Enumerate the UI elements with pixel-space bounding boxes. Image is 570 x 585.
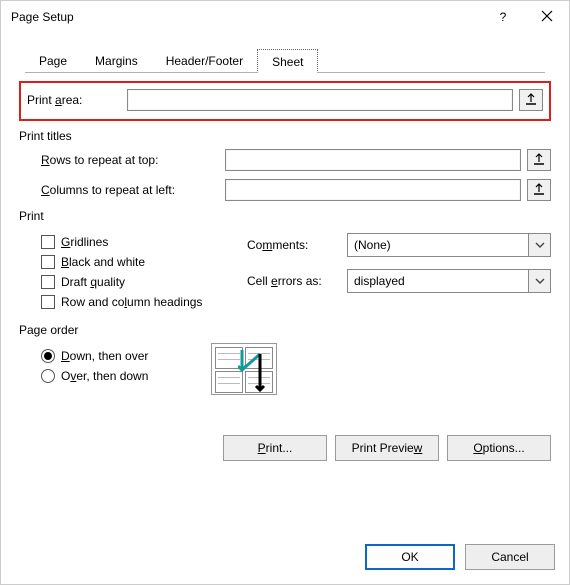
cell-errors-label: Cell errors as: bbox=[247, 274, 347, 288]
dialog-body: Page Margins Header/Footer Sheet Print a… bbox=[1, 33, 569, 461]
print-preview-button[interactable]: Print Preview bbox=[335, 435, 439, 461]
help-icon: ? bbox=[500, 10, 507, 24]
page-order-preview bbox=[211, 343, 277, 395]
down-then-over-radio[interactable]: Down, then over bbox=[41, 349, 191, 363]
print-group: Print bbox=[19, 209, 551, 223]
print-area-highlight: Print area: bbox=[19, 81, 551, 121]
cols-repeat-input[interactable] bbox=[225, 179, 521, 201]
print-button[interactable]: Print... bbox=[223, 435, 327, 461]
checkbox-icon bbox=[41, 235, 55, 249]
draft-quality-label: Draft quality bbox=[61, 275, 125, 289]
ok-button[interactable]: OK bbox=[365, 544, 455, 570]
over-then-down-label: Over, then down bbox=[61, 369, 148, 383]
radio-icon bbox=[41, 349, 55, 363]
titlebar: Page Setup ? bbox=[1, 1, 569, 33]
draft-quality-checkbox[interactable]: Draft quality bbox=[41, 275, 237, 289]
comments-label: Comments: bbox=[247, 238, 347, 252]
tab-page[interactable]: Page bbox=[25, 49, 81, 73]
comments-combo[interactable]: (None) bbox=[347, 233, 551, 257]
cell-errors-value: displayed bbox=[348, 270, 528, 292]
tab-sheet[interactable]: Sheet bbox=[257, 49, 318, 73]
window-title: Page Setup bbox=[11, 10, 481, 24]
rows-repeat-input[interactable] bbox=[225, 149, 521, 171]
rows-repeat-label: Rows to repeat at top: bbox=[41, 153, 221, 167]
print-area-label: Print area: bbox=[27, 93, 123, 107]
black-white-checkbox[interactable]: Black and white bbox=[41, 255, 237, 269]
over-then-down-radio[interactable]: Over, then down bbox=[41, 369, 191, 383]
black-white-label: Black and white bbox=[61, 255, 145, 269]
print-area-input[interactable] bbox=[127, 89, 513, 111]
cols-repeat-picker-button[interactable] bbox=[527, 179, 551, 201]
close-icon bbox=[541, 10, 553, 25]
comments-value: (None) bbox=[348, 234, 528, 256]
gridlines-checkbox[interactable]: Gridlines bbox=[41, 235, 237, 249]
collapse-dialog-icon bbox=[525, 93, 537, 108]
gridlines-label: Gridlines bbox=[61, 235, 108, 249]
help-button[interactable]: ? bbox=[481, 1, 525, 33]
collapse-dialog-icon bbox=[533, 153, 545, 168]
collapse-dialog-icon bbox=[533, 183, 545, 198]
checkbox-icon bbox=[41, 295, 55, 309]
rows-repeat-picker-button[interactable] bbox=[527, 149, 551, 171]
page-order-group: Page order bbox=[19, 323, 551, 337]
print-titles-group: Print titles bbox=[19, 129, 551, 143]
down-then-over-label: Down, then over bbox=[61, 349, 148, 363]
checkbox-icon bbox=[41, 275, 55, 289]
cell-errors-combo[interactable]: displayed bbox=[347, 269, 551, 293]
print-area-range-picker-button[interactable] bbox=[519, 89, 543, 111]
tabs: Page Margins Header/Footer Sheet bbox=[25, 49, 545, 73]
row-col-headings-checkbox[interactable]: Row and column headings bbox=[41, 295, 237, 309]
chevron-down-icon bbox=[528, 270, 550, 292]
close-button[interactable] bbox=[525, 1, 569, 33]
options-button[interactable]: Options... bbox=[447, 435, 551, 461]
tab-margins[interactable]: Margins bbox=[81, 49, 152, 73]
tab-header-footer[interactable]: Header/Footer bbox=[152, 49, 257, 73]
cancel-button[interactable]: Cancel bbox=[465, 544, 555, 570]
page-order-arrow-icon bbox=[238, 348, 270, 395]
radio-icon bbox=[41, 369, 55, 383]
chevron-down-icon bbox=[528, 234, 550, 256]
row-col-headings-label: Row and column headings bbox=[61, 295, 202, 309]
page-setup-dialog: Page Setup ? Page Margins Header/Footer … bbox=[0, 0, 570, 585]
checkbox-icon bbox=[41, 255, 55, 269]
cols-repeat-label: Columns to repeat at left: bbox=[41, 183, 221, 197]
